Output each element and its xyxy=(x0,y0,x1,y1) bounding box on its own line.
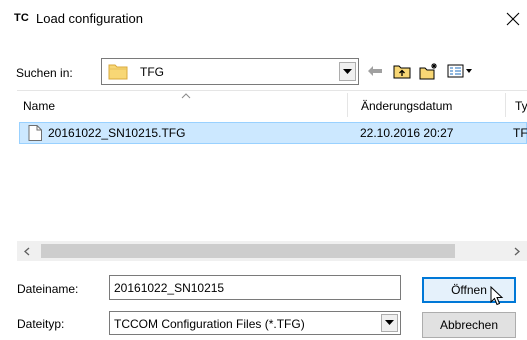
back-arrow-icon[interactable] xyxy=(364,58,386,84)
close-icon[interactable] xyxy=(498,4,527,34)
file-list: Name Änderungsdatum Ty 20161022_SN10215.… xyxy=(17,90,527,261)
title-bar: TC Load configuration xyxy=(0,0,527,40)
filename-input[interactable] xyxy=(109,275,401,300)
sort-ascending-icon xyxy=(181,93,191,99)
chevron-down-icon[interactable] xyxy=(381,314,398,332)
lookin-combobox[interactable]: TFG xyxy=(101,58,359,85)
file-row[interactable]: 20161022_SN10215.TFG 22.10.2016 20:27 TF xyxy=(19,122,527,144)
column-header-name[interactable]: Name xyxy=(23,99,55,113)
window-title: Load configuration xyxy=(36,11,143,26)
horizontal-scrollbar[interactable] xyxy=(17,241,527,261)
view-menu-icon[interactable] xyxy=(444,58,478,84)
file-date: 22.10.2016 20:27 xyxy=(360,126,454,140)
app-logo: TC xyxy=(14,12,30,24)
scroll-right-icon[interactable] xyxy=(507,241,527,261)
column-divider[interactable] xyxy=(505,93,506,117)
filetype-value: TCCOM Configuration Files (*.TFG) xyxy=(114,317,305,331)
open-button[interactable]: Öffnen xyxy=(422,277,516,303)
lookin-folder-name: TFG xyxy=(140,65,164,79)
new-folder-icon[interactable] xyxy=(417,58,441,84)
cancel-button[interactable]: Abbrechen xyxy=(422,312,516,338)
scroll-left-icon[interactable] xyxy=(17,241,37,261)
column-header-date[interactable]: Änderungsdatum xyxy=(361,99,452,113)
file-icon xyxy=(28,125,42,141)
file-type: TF xyxy=(513,126,527,140)
filetype-select[interactable]: TCCOM Configuration Files (*.TFG) xyxy=(109,311,401,335)
file-name: 20161022_SN10215.TFG xyxy=(48,126,186,140)
column-header-type[interactable]: Ty xyxy=(515,99,527,113)
scrollbar-thumb[interactable] xyxy=(41,244,455,258)
folder-icon xyxy=(108,64,128,80)
filename-label: Dateiname: xyxy=(17,282,79,296)
lookin-label: Suchen in: xyxy=(16,66,73,80)
chevron-down-icon[interactable] xyxy=(339,62,356,81)
filetype-label: Dateityp: xyxy=(17,317,65,331)
column-divider[interactable] xyxy=(347,93,348,117)
column-header-row: Name Änderungsdatum Ty xyxy=(17,91,527,119)
up-folder-icon[interactable] xyxy=(390,58,414,84)
load-configuration-dialog: TC Load configuration Suchen in: TFG Nam… xyxy=(0,0,527,340)
